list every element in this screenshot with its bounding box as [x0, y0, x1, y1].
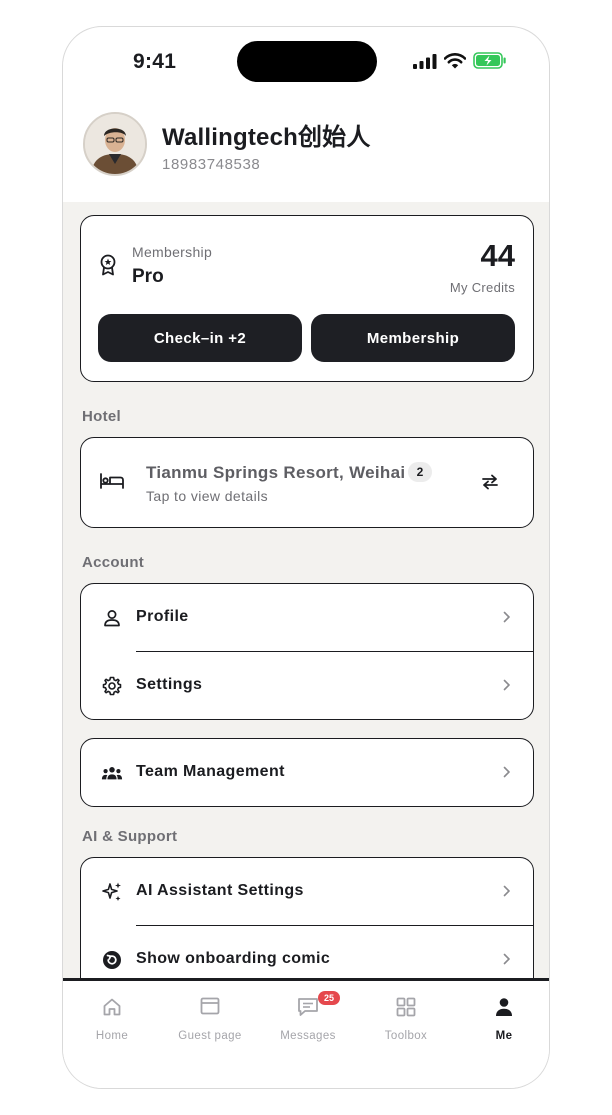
hotel-card[interactable]: Tianmu Springs Resort, Weihai 2 Tap to v…: [80, 437, 534, 528]
status-time: 9:41: [133, 50, 177, 73]
tab-me[interactable]: Me: [455, 981, 549, 1061]
status-icons: [413, 52, 507, 69]
menu-item-settings[interactable]: Settings: [81, 652, 533, 720]
avatar[interactable]: [83, 112, 147, 176]
bed-icon: [100, 473, 124, 489]
window-icon: [161, 997, 259, 1015]
sparkles-icon: [101, 881, 123, 903]
menu-item-label: Team Management: [136, 763, 285, 780]
menu-item-ai-assistant-settings[interactable]: AI Assistant Settings: [81, 858, 533, 926]
person-icon: [101, 607, 123, 629]
menu-item-label: Settings: [136, 676, 203, 693]
chevron-right-icon: [503, 885, 510, 897]
ai-support-card: AI Assistant Settings Show onboarding co…: [80, 857, 534, 997]
signal-icon: [413, 53, 437, 69]
tab-bar: Home Guest page 25 Messages Toolbox Me: [63, 978, 549, 1088]
phone-frame: 9:41 Wallingtech创始人 18983748538 Membersh…: [62, 26, 550, 1089]
award-ribbon-icon: [100, 254, 116, 276]
profile-header[interactable]: Wallingtech创始人 18983748538: [63, 97, 549, 202]
tab-toolbox[interactable]: Toolbox: [357, 981, 455, 1061]
checkin-button[interactable]: Check–in +2: [98, 314, 302, 362]
account-card: Profile Settings: [80, 583, 534, 720]
menu-item-label: AI Assistant Settings: [136, 882, 304, 899]
tab-label: Guest page: [178, 1030, 242, 1042]
tab-label: Me: [495, 1030, 513, 1042]
chevron-right-icon: [503, 766, 510, 778]
chevron-right-icon: [503, 953, 510, 965]
hotel-count-badge: 2: [408, 462, 432, 482]
menu-item-team-management[interactable]: Team Management: [81, 739, 533, 807]
chevron-right-icon: [503, 611, 510, 623]
grid-icon: [357, 997, 455, 1017]
tab-label: Toolbox: [384, 1030, 428, 1042]
dynamic-island: [237, 41, 377, 82]
hotel-subtitle: Tap to view details: [146, 488, 268, 504]
unread-badge: 25: [318, 991, 340, 1005]
menu-item-label: Profile: [136, 608, 189, 625]
credits-label: My Credits: [449, 280, 515, 295]
membership-button[interactable]: Membership: [311, 314, 515, 362]
membership-card: Membership Pro 44 My Credits Check–in +2…: [80, 215, 534, 382]
ai-support-section-label: AI & Support: [82, 828, 178, 845]
tab-label: Home: [95, 1030, 129, 1042]
hotel-section-label: Hotel: [82, 408, 121, 425]
content-area[interactable]: Membership Pro 44 My Credits Check–in +2…: [63, 202, 549, 997]
wifi-icon: [444, 52, 466, 68]
team-icon: [101, 762, 123, 784]
replay-icon: [101, 949, 123, 971]
team-card: Team Management: [80, 738, 534, 807]
account-section-label: Account: [82, 554, 145, 571]
tab-guest-page[interactable]: Guest page: [161, 981, 259, 1061]
home-icon: [63, 997, 161, 1017]
hotel-name: Tianmu Springs Resort, Weihai: [146, 463, 406, 482]
battery-charging-icon: [473, 52, 506, 69]
menu-item-profile[interactable]: Profile: [81, 584, 533, 652]
tab-messages[interactable]: 25 Messages: [259, 981, 357, 1061]
tab-home[interactable]: Home: [63, 981, 161, 1061]
status-bar: 9:41: [63, 27, 549, 97]
tab-label: Messages: [280, 1030, 336, 1042]
user-name: Wallingtech创始人: [162, 124, 371, 151]
credits-value: 44: [480, 238, 515, 273]
person-filled-icon: [455, 997, 549, 1017]
membership-tier: Pro: [132, 266, 164, 287]
menu-item-label: Show onboarding comic: [136, 950, 331, 967]
chevron-right-icon: [503, 679, 510, 691]
message-icon: [259, 997, 357, 1017]
user-phone: 18983748538: [162, 156, 261, 173]
swap-icon[interactable]: [481, 474, 499, 490]
membership-label: Membership: [132, 244, 213, 260]
gear-icon: [101, 675, 123, 697]
